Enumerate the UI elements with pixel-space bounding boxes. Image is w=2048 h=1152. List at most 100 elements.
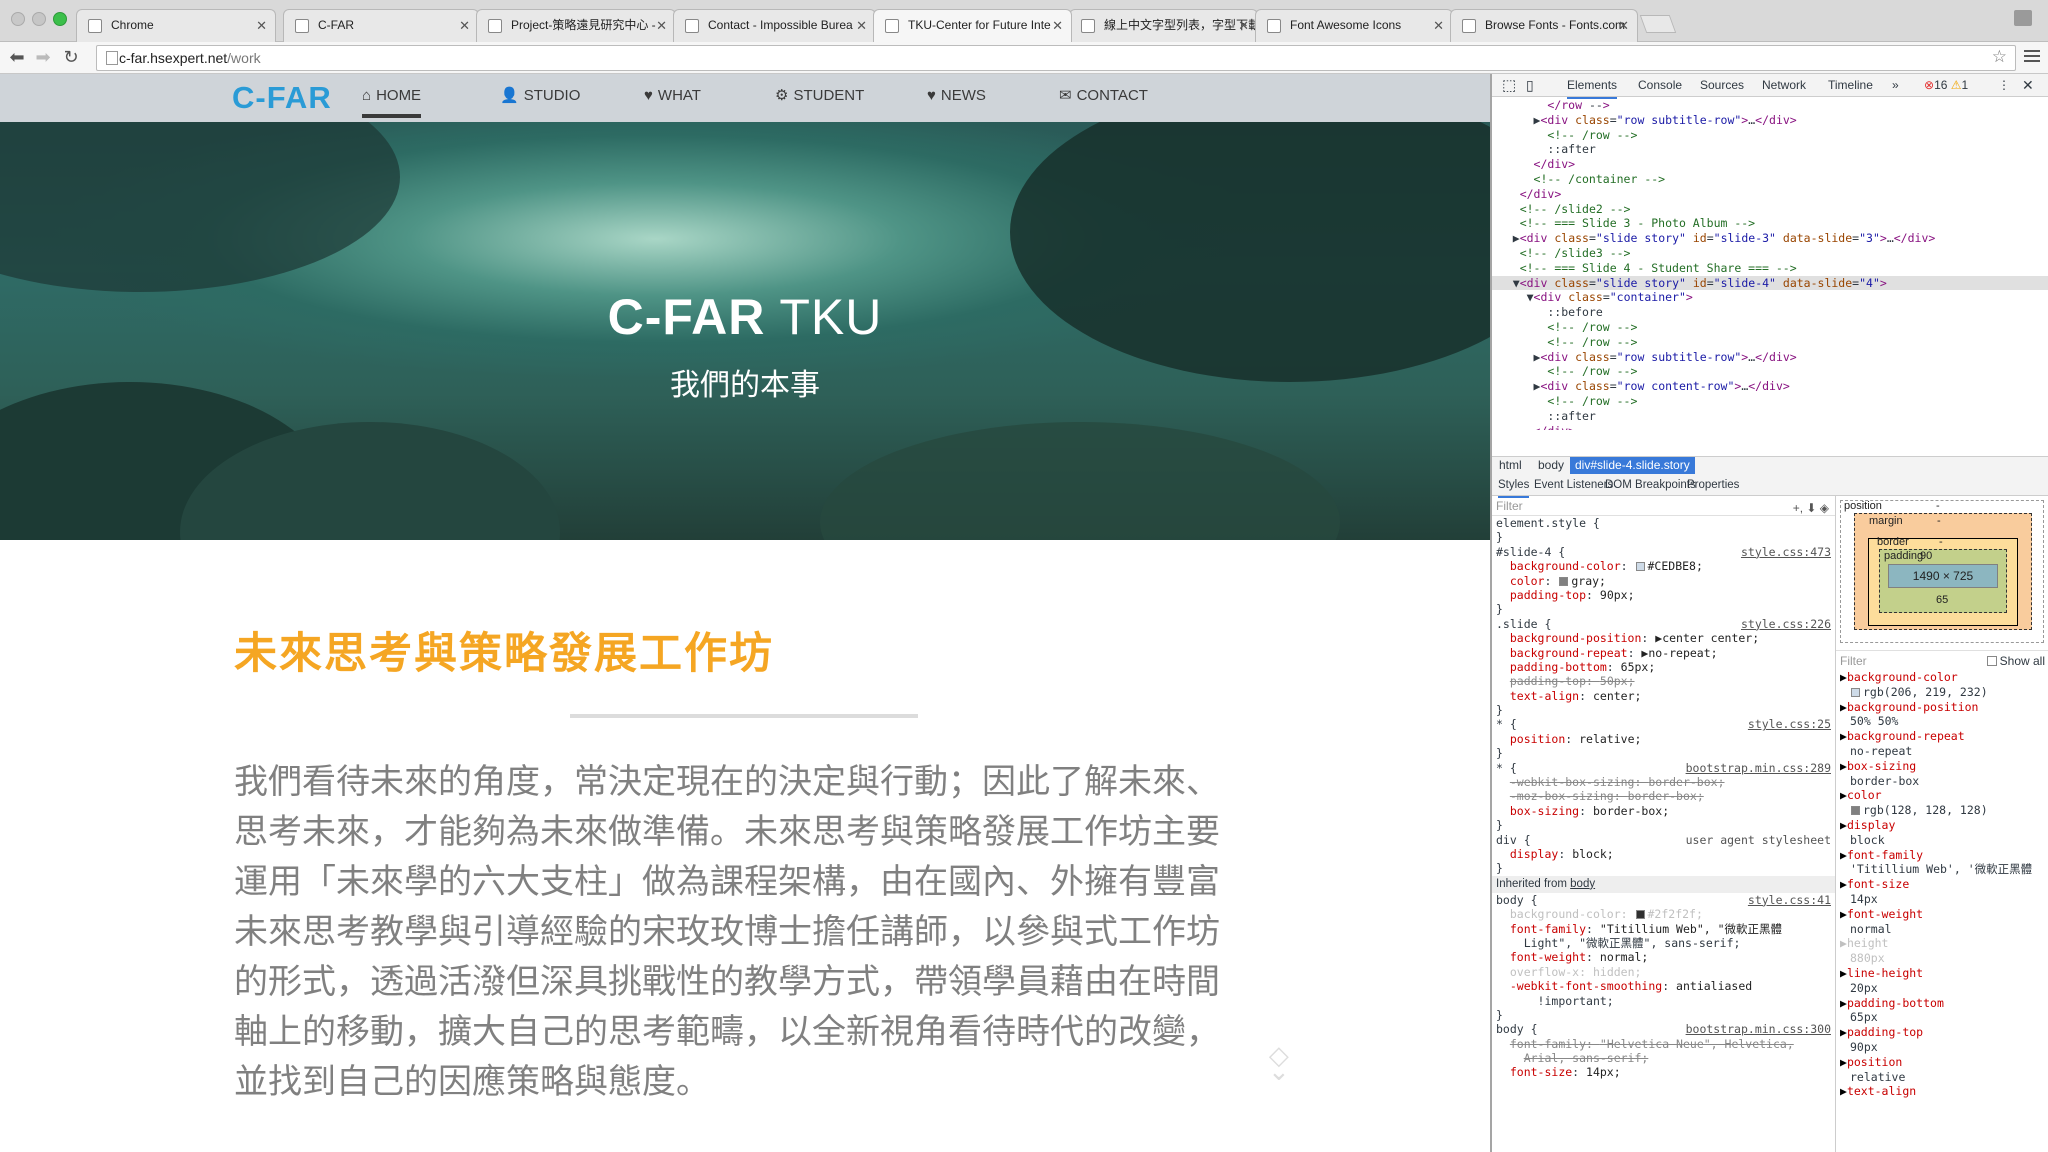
style-rule-line[interactable]: padding-bottom: 65px; — [1492, 660, 1835, 674]
inherited-link[interactable]: body — [1570, 878, 1595, 890]
forward-button[interactable]: ➡ — [32, 47, 54, 69]
style-property-value[interactable]: #2f2f2f; — [1648, 907, 1703, 921]
devtools-tab-network[interactable]: Network — [1762, 74, 1806, 97]
nav-home[interactable]: ⌂ HOME — [362, 74, 422, 122]
style-property-value[interactable]: border-box; — [1593, 804, 1669, 818]
dom-node-line[interactable]: ▼<div class="slide story" id="slide-4" d… — [1492, 275, 2048, 291]
style-rule-line[interactable]: position: relative; — [1492, 732, 1835, 746]
dom-node-line[interactable]: ::before — [1492, 305, 2048, 320]
minimize-window-button[interactable] — [32, 12, 46, 26]
style-property-value[interactable]: gray; — [1571, 574, 1606, 588]
tab-close-icon[interactable]: ✕ — [256, 10, 267, 41]
device-mode-icon[interactable]: ▯ — [1526, 74, 1534, 97]
style-rule-line[interactable]: box-sizing: border-box; — [1492, 804, 1835, 818]
style-rule-line[interactable]: overflow-x: hidden; — [1492, 965, 1835, 979]
style-property-name[interactable]: -moz-box-sizing — [1510, 789, 1614, 803]
tab-close-icon[interactable]: ✕ — [459, 10, 470, 41]
style-property-value[interactable]: center; — [1593, 689, 1641, 703]
style-property-name[interactable]: font-family — [1510, 922, 1586, 936]
style-property-name[interactable]: box-sizing — [1510, 804, 1579, 818]
computed-property-name[interactable]: ▶background-color — [1836, 670, 2048, 685]
dom-node-line[interactable]: ▶<div class="row subtitle-row">…</div> — [1492, 113, 2048, 128]
style-property-value[interactable]: border-box; — [1628, 789, 1704, 803]
computed-property-name[interactable]: ▶font-weight — [1836, 907, 2048, 922]
new-rule-icon[interactable]: +, ⬇ ◈ — [1793, 498, 1829, 518]
color-swatch[interactable] — [1635, 562, 1645, 572]
computed-property-name[interactable]: ▶line-height — [1836, 966, 2048, 981]
style-property-value[interactable]: hidden; — [1593, 965, 1641, 979]
style-source-link[interactable]: style.css:226 — [1741, 617, 1831, 631]
dom-node-line[interactable]: <!-- /row --> — [1492, 128, 2048, 143]
browser-tab[interactable]: Project-策略遠見研究中心 - ✕ — [476, 9, 676, 42]
tab-close-icon[interactable]: ✕ — [1052, 10, 1063, 41]
style-rule-line[interactable]: font-size: 14px; — [1492, 1065, 1835, 1079]
more-tabs-icon[interactable]: » — [1892, 74, 1899, 97]
nav-contact[interactable]: ✉ CONTACT — [1059, 74, 1148, 122]
computed-property-name[interactable]: ▶height — [1836, 936, 2048, 951]
style-source-link[interactable]: bootstrap.min.css:289 — [1686, 761, 1831, 775]
style-property-name[interactable]: background-repeat — [1510, 646, 1628, 660]
chrome-menu-icon[interactable] — [2024, 50, 2040, 65]
style-property-name[interactable]: background-position — [1510, 631, 1642, 645]
style-property-value[interactable]: ▶no-repeat; — [1641, 646, 1717, 660]
dom-node-line[interactable]: <!-- /slide3 --> — [1492, 246, 2048, 261]
style-property-name[interactable]: color — [1510, 574, 1545, 588]
style-property-name[interactable]: background-color — [1510, 559, 1621, 573]
tab-close-icon[interactable]: ✕ — [1618, 10, 1629, 41]
style-property-value[interactable]: 50px; — [1600, 674, 1635, 688]
computed-property-name[interactable]: ▶font-family — [1836, 848, 2048, 863]
style-rule-line[interactable]: background-color: #CEDBE8; — [1492, 559, 1835, 573]
style-property-name[interactable]: font-family — [1510, 1037, 1586, 1051]
subtab-dom-breakpoints[interactable]: DOM Breakpoints — [1605, 474, 1696, 496]
dom-node-line[interactable]: </div> — [1492, 424, 2048, 430]
error-count-badge[interactable]: ⊗16 ⚠1 — [1924, 74, 1968, 97]
nav-studio[interactable]: 👤 STUDIO — [500, 74, 580, 122]
browser-tab[interactable]: C-FAR ✕ — [283, 9, 479, 42]
style-property-name[interactable]: font-weight — [1510, 950, 1586, 964]
styles-filter-input[interactable]: Filter +, ⬇ ◈ — [1492, 496, 1835, 516]
style-source-link[interactable]: style.css:41 — [1748, 893, 1831, 907]
style-rule-line[interactable]: font-family: "Helvetica Neue", Helvetica… — [1492, 1037, 1835, 1051]
computed-property-name[interactable]: ▶box-sizing — [1836, 759, 2048, 774]
style-rule-line[interactable]: font-family: "Titillium Web", "微軟正黑體 — [1492, 922, 1835, 936]
tab-close-icon[interactable]: ✕ — [656, 10, 667, 41]
dom-node-line[interactable]: <!-- === Slide 4 - Student Share === --> — [1492, 261, 2048, 276]
style-source-link[interactable]: style.css:473 — [1741, 545, 1831, 559]
style-rule-line[interactable]: display: block; — [1492, 847, 1835, 861]
close-devtools-icon[interactable]: ✕ — [2022, 74, 2034, 97]
style-property-name[interactable]: text-align — [1510, 689, 1579, 703]
devtools-tab-elements[interactable]: Elements — [1567, 74, 1618, 99]
computed-property-name[interactable]: ▶text-align — [1836, 1084, 2048, 1099]
computed-property-name[interactable]: ▶position — [1836, 1055, 2048, 1070]
browser-tab[interactable]: Chrome ✕ — [76, 9, 276, 42]
style-rule-line[interactable]: font-weight: normal; — [1492, 950, 1835, 964]
computed-property-name[interactable]: ▶color — [1836, 788, 2048, 803]
style-property-value[interactable]: 90px; — [1600, 588, 1635, 602]
computed-property-name[interactable]: ▶padding-top — [1836, 1025, 2048, 1040]
browser-tab[interactable]: Browse Fonts - Fonts.com ✕ — [1450, 9, 1638, 42]
breadcrumb-body[interactable]: body — [1533, 457, 1569, 474]
address-bar[interactable]: c-far.hsexpert.net/work ☆ — [96, 45, 2016, 71]
breadcrumb-html[interactable]: html — [1494, 457, 1527, 474]
devtools-menu-icon[interactable]: ⋮ — [1998, 74, 2010, 97]
style-property-value[interactable]: antialiased — [1676, 979, 1752, 993]
devtools-tab-timeline[interactable]: Timeline — [1828, 74, 1873, 97]
devtools-tab-console[interactable]: Console — [1638, 74, 1682, 97]
nav-news[interactable]: ♥ NEWS — [927, 74, 986, 122]
tab-close-icon[interactable]: ✕ — [1238, 10, 1249, 41]
style-property-value[interactable]: 65px; — [1621, 660, 1656, 674]
site-logo[interactable]: C-FAR — [232, 74, 332, 122]
subtab-event-listeners[interactable]: Event Listeners — [1534, 474, 1613, 496]
browser-tab[interactable]: Font Awesome Icons ✕ — [1255, 9, 1453, 42]
style-rule-line[interactable]: background-repeat: ▶no-repeat; — [1492, 646, 1835, 660]
dom-node-line[interactable]: <!-- /slide2 --> — [1492, 202, 2048, 217]
style-rule-line[interactable]: -webkit-font-smoothing: antialiased — [1492, 979, 1835, 993]
dom-node-line[interactable]: <!-- /row --> — [1492, 364, 2048, 379]
url-text[interactable]: c-far.hsexpert.net/work — [119, 46, 261, 70]
dom-node-line[interactable]: </div> — [1492, 157, 2048, 172]
computed-property-name[interactable]: ▶font-size — [1836, 877, 2048, 892]
color-swatch[interactable] — [1635, 910, 1645, 920]
inspect-element-icon[interactable]: ⬚ — [1502, 74, 1516, 97]
style-property-value[interactable]: block; — [1572, 847, 1614, 861]
bookmark-star-icon[interactable]: ☆ — [1992, 47, 2007, 67]
